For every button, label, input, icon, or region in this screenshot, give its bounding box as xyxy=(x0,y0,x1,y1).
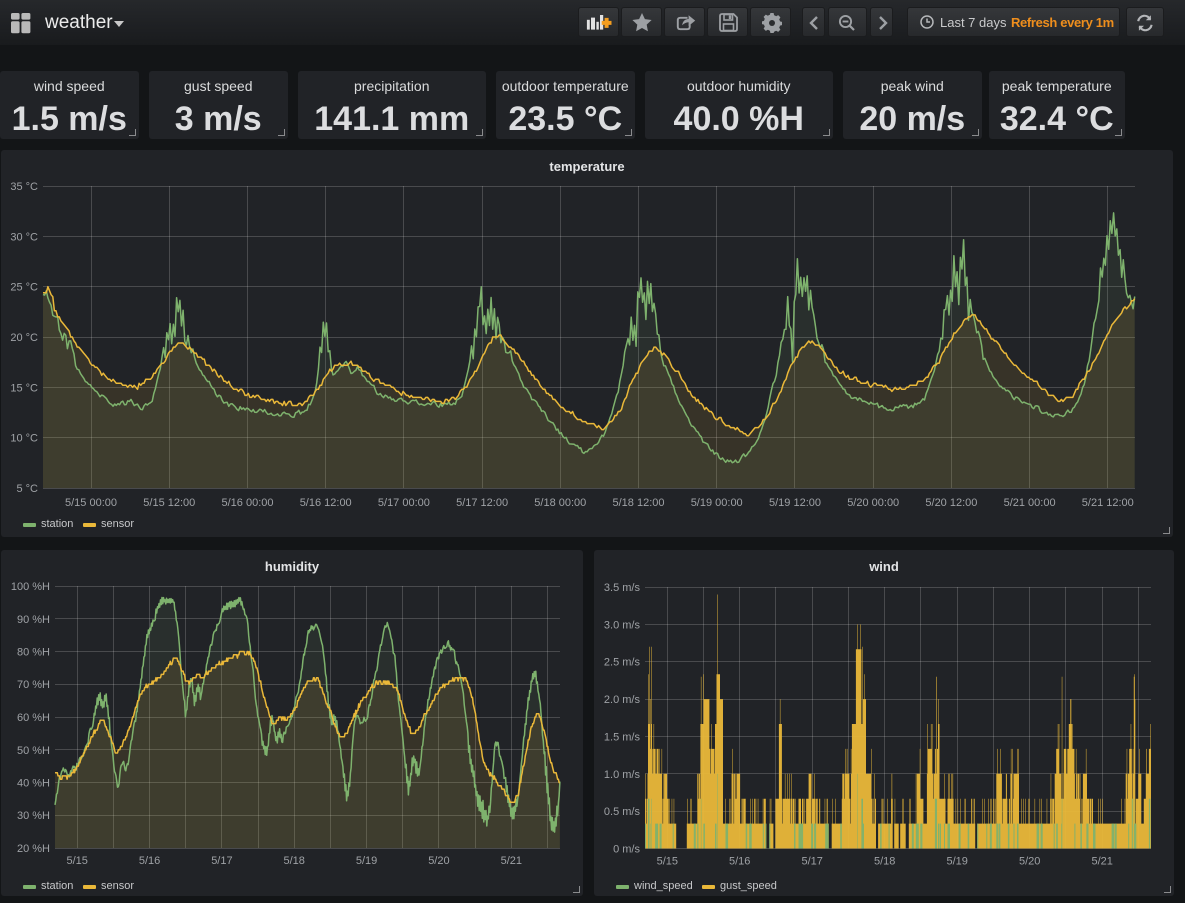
svg-text:wind_speed: wind_speed xyxy=(633,880,693,892)
svg-text:2.0 m/s: 2.0 m/s xyxy=(604,694,641,706)
svg-text:station: station xyxy=(41,518,73,530)
svg-text:20 °C: 20 °C xyxy=(10,332,38,344)
svg-text:0.5 m/s: 0.5 m/s xyxy=(604,806,641,818)
svg-text:100 %H: 100 %H xyxy=(11,581,50,593)
svg-text:80 %H: 80 %H xyxy=(17,647,50,659)
svg-text:2.5 m/s: 2.5 m/s xyxy=(604,657,641,669)
svg-text:sensor: sensor xyxy=(101,518,134,530)
svg-text:wind: wind xyxy=(868,559,899,574)
svg-text:60 %H: 60 %H xyxy=(17,712,50,724)
svg-text:5/15 00:00: 5/15 00:00 xyxy=(65,497,117,509)
svg-text:5/18: 5/18 xyxy=(874,856,895,868)
svg-text:1.5 m/s: 1.5 m/s xyxy=(604,731,641,743)
svg-text:40 %H: 40 %H xyxy=(17,778,50,790)
svg-text:5/19: 5/19 xyxy=(356,855,377,867)
svg-text:5/20: 5/20 xyxy=(428,855,449,867)
svg-text:5/21: 5/21 xyxy=(1091,856,1112,868)
svg-text:5/17 12:00: 5/17 12:00 xyxy=(456,497,508,509)
svg-text:70 %H: 70 %H xyxy=(17,679,50,691)
svg-text:5/21: 5/21 xyxy=(501,855,522,867)
svg-text:5/17 00:00: 5/17 00:00 xyxy=(378,497,430,509)
svg-text:5/18: 5/18 xyxy=(283,855,304,867)
svg-text:5/15: 5/15 xyxy=(657,856,678,868)
svg-text:5/16 00:00: 5/16 00:00 xyxy=(222,497,274,509)
svg-text:30 °C: 30 °C xyxy=(10,231,38,243)
svg-text:5/19 00:00: 5/19 00:00 xyxy=(691,497,743,509)
svg-text:20 %H: 20 %H xyxy=(17,843,50,855)
svg-text:sensor: sensor xyxy=(101,880,134,892)
svg-text:5/15: 5/15 xyxy=(66,855,87,867)
svg-text:5/17: 5/17 xyxy=(801,856,822,868)
svg-text:3.5 m/s: 3.5 m/s xyxy=(604,582,641,594)
svg-text:5 °C: 5 °C xyxy=(16,483,38,495)
svg-text:5/19: 5/19 xyxy=(946,856,967,868)
svg-text:10 °C: 10 °C xyxy=(10,433,38,445)
svg-text:station: station xyxy=(41,880,73,892)
svg-text:90 %H: 90 %H xyxy=(17,614,50,626)
svg-text:5/17: 5/17 xyxy=(211,855,232,867)
svg-text:5/19 12:00: 5/19 12:00 xyxy=(769,497,821,509)
svg-text:15 °C: 15 °C xyxy=(10,382,38,394)
svg-text:5/16: 5/16 xyxy=(139,855,160,867)
svg-text:5/18 00:00: 5/18 00:00 xyxy=(534,497,586,509)
svg-text:5/15 12:00: 5/15 12:00 xyxy=(143,497,195,509)
svg-text:5/20: 5/20 xyxy=(1019,856,1040,868)
svg-text:5/18 12:00: 5/18 12:00 xyxy=(613,497,665,509)
svg-text:5/20 12:00: 5/20 12:00 xyxy=(925,497,977,509)
svg-text:gust_speed: gust_speed xyxy=(720,880,777,892)
svg-text:3.0 m/s: 3.0 m/s xyxy=(604,619,641,631)
svg-text:humidity: humidity xyxy=(265,559,320,574)
svg-text:50 %H: 50 %H xyxy=(17,745,50,757)
svg-text:5/21 12:00: 5/21 12:00 xyxy=(1082,497,1134,509)
svg-text:5/16 12:00: 5/16 12:00 xyxy=(300,497,352,509)
svg-text:35 °C: 35 °C xyxy=(10,181,38,193)
svg-text:1.0 m/s: 1.0 m/s xyxy=(604,769,641,781)
svg-text:25 °C: 25 °C xyxy=(10,282,38,294)
svg-text:5/16: 5/16 xyxy=(729,856,750,868)
svg-text:5/20 00:00: 5/20 00:00 xyxy=(847,497,899,509)
svg-text:temperature: temperature xyxy=(549,159,624,174)
svg-text:30 %H: 30 %H xyxy=(17,810,50,822)
svg-text:0 m/s: 0 m/s xyxy=(613,844,640,856)
svg-text:5/21 00:00: 5/21 00:00 xyxy=(1004,497,1056,509)
